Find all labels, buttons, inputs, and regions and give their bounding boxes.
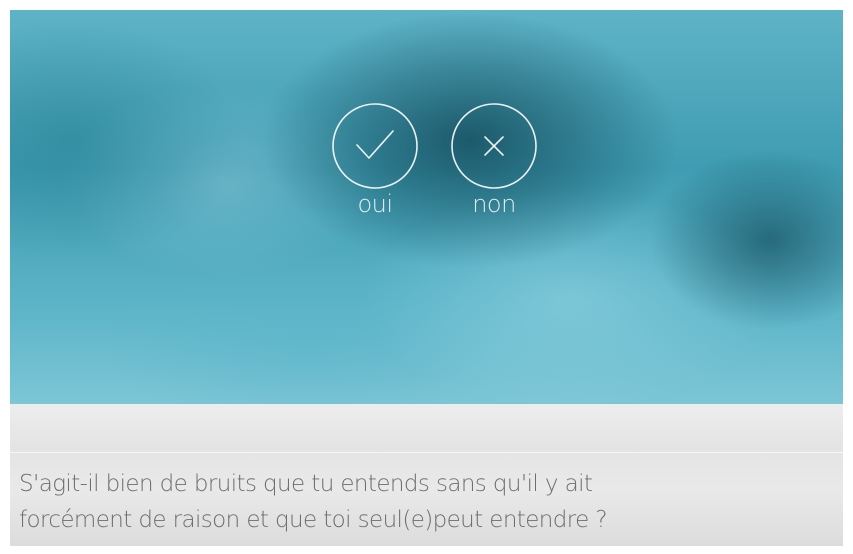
- question-text: S'agit-il bien de bruits que tu entends …: [19, 466, 819, 538]
- check-icon: [332, 103, 418, 189]
- question-line-1: S'agit-il bien de bruits que tu entends …: [19, 471, 593, 497]
- yes-button[interactable]: oui: [331, 102, 419, 218]
- panel-divider: [10, 452, 843, 453]
- blurred-background: [10, 10, 843, 404]
- yes-label: oui: [357, 190, 393, 218]
- question-line-2: forcément de raison et que toi seul(e)pe…: [19, 507, 608, 533]
- no-button[interactable]: non: [450, 102, 538, 218]
- close-icon: [451, 103, 537, 189]
- app-screen: oui non S'agit-il bien de bruits que tu …: [10, 10, 843, 546]
- no-label: non: [472, 190, 516, 218]
